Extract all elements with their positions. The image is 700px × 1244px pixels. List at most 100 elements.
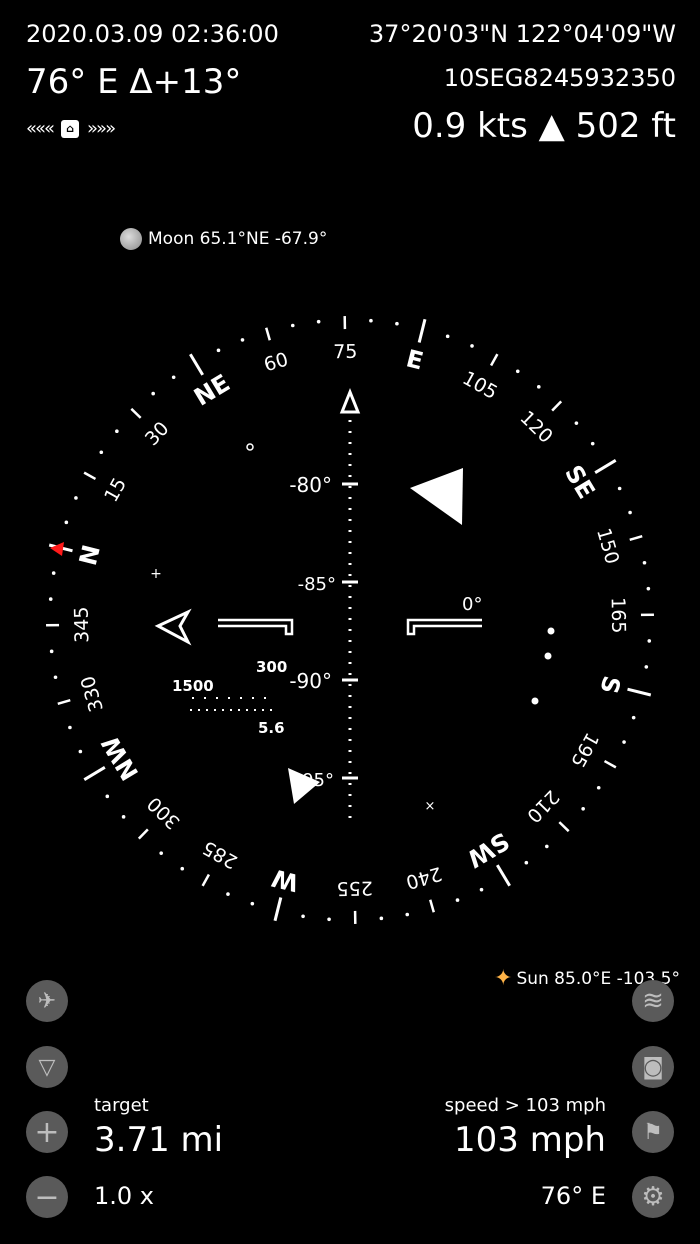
cardinal-label-se: SE: [559, 460, 600, 503]
signal-button[interactable]: ▽: [26, 1046, 68, 1088]
range-label-right: 300: [256, 658, 287, 676]
compass-tick: [574, 421, 579, 425]
wifi-icon: ▽: [38, 1054, 56, 1080]
degree-label-345: 345: [71, 606, 94, 643]
pitch-label-85: -85°: [298, 574, 336, 595]
compass-dial[interactable]: N NE E SE S SW W NW 15 30 60 75 105 120 150 165 195210 24…: [0, 0, 700, 1244]
compass-tick: [647, 639, 652, 643]
compass-tick: [622, 740, 626, 744]
cardinal-label-n: N: [74, 542, 106, 568]
cardinal-label-e: E: [403, 344, 426, 375]
degree-label-30: 30: [141, 417, 174, 450]
compass-major-tick: [603, 759, 617, 769]
compass-tick: [316, 319, 321, 324]
cardinal-label-sw: SW: [462, 826, 514, 873]
compass-tick: [74, 496, 78, 500]
plus-icon: +: [34, 1114, 60, 1150]
satellite-button[interactable]: ✈: [26, 980, 68, 1022]
attitude-indicator: -80° -85° -90° -95° 0°: [218, 387, 482, 820]
compass-tick: [105, 794, 110, 799]
degree-label-150: 150: [592, 526, 623, 567]
layers-button[interactable]: ≋: [632, 980, 674, 1022]
compass-tick: [479, 887, 484, 892]
range-label-bottom: 5.6: [258, 719, 285, 737]
compass-major-tick: [429, 899, 435, 913]
compass-major-tick: [627, 687, 652, 697]
compass-tick: [78, 749, 83, 754]
compass-tick: [49, 649, 54, 654]
compass-tick: [115, 429, 119, 434]
poi-markers: + ×: [150, 443, 555, 814]
compass-tick: [151, 391, 155, 396]
compass-major-tick: [57, 699, 71, 705]
compass-tick: [646, 586, 651, 591]
zoom-in-button[interactable]: +: [26, 1111, 68, 1153]
compass-major-tick: [130, 407, 142, 419]
compass-tick: [121, 815, 126, 819]
camera-button[interactable]: ◙: [632, 1046, 674, 1088]
speed-threshold-label: speed > 103 mph: [444, 1095, 606, 1116]
minus-icon: −: [34, 1179, 60, 1215]
compass-major-tick: [83, 766, 106, 781]
degree-label-240: 240: [403, 862, 444, 893]
cardinal-label-w: W: [269, 863, 301, 897]
degree-label-255: 255: [336, 877, 373, 900]
compass-tick: [405, 912, 410, 917]
compass-major-tick: [558, 821, 570, 833]
compass-tick: [64, 520, 69, 525]
sun-icon: ✦: [494, 966, 513, 991]
compass-tick: [369, 318, 373, 323]
compass-major-tick: [489, 353, 499, 367]
layers-icon: ≋: [642, 986, 664, 1016]
heading-pointer-icon: [410, 468, 463, 525]
compass-major-tick: [137, 828, 149, 840]
compass-tick: [180, 866, 185, 871]
target-bearing-icon: [154, 608, 192, 646]
compass-major-tick: [273, 897, 283, 922]
zoom-level: 1.0 x: [94, 1182, 154, 1210]
compass-major-tick: [594, 459, 617, 474]
pitch-label-80: -80°: [289, 473, 332, 497]
degree-label-210: 210: [522, 785, 563, 826]
zoom-out-button[interactable]: −: [26, 1176, 68, 1218]
compass-tick: [515, 369, 520, 374]
pitch-label-90: -90°: [289, 669, 332, 693]
speed-value: 103 mph: [454, 1120, 606, 1160]
moon-icon: [120, 228, 142, 250]
degree-label-300: 300: [143, 792, 184, 833]
cardinal-label-nw: NW: [96, 731, 144, 785]
flag-icon: ⚑: [643, 1119, 663, 1145]
compass-tick: [455, 898, 460, 902]
flag-button[interactable]: ⚑: [632, 1111, 674, 1153]
moon-indicator: Moon 65.1°NE -67.9°: [120, 228, 327, 250]
compass-major-tick: [83, 471, 97, 481]
pitch-marker-icon: [339, 387, 361, 414]
compass-tick: [581, 806, 585, 811]
range-scale: 1500 300 5.6: [172, 658, 287, 737]
gear-icon: ⚙: [641, 1182, 665, 1212]
compass-tick: [159, 851, 164, 855]
right-horizon-bar: [406, 618, 482, 636]
degree-label-285: 285: [199, 836, 241, 873]
degree-label-195: 195: [566, 729, 603, 771]
bearing-value: 76° E: [540, 1182, 606, 1210]
settings-button[interactable]: ⚙: [632, 1176, 674, 1218]
compass-tick: [216, 348, 221, 353]
compass-tick: [327, 917, 331, 922]
compass-major-tick: [201, 873, 211, 887]
degree-label-60: 60: [261, 348, 290, 376]
compass-tick: [628, 510, 632, 515]
compass-tick: [596, 785, 601, 790]
compass-tick: [617, 486, 622, 491]
compass-major-tick: [629, 535, 643, 541]
compass-tick: [644, 665, 649, 669]
compass-tick: [301, 914, 305, 919]
compass-tick: [99, 450, 104, 455]
compass-tick: [250, 901, 255, 906]
compass-tick: [53, 675, 58, 680]
compass-tick: [590, 441, 595, 446]
compass-tick: [545, 844, 549, 849]
north-marker-icon: [50, 542, 64, 556]
degree-label-15: 15: [100, 474, 131, 506]
compass-major-tick: [496, 864, 511, 887]
